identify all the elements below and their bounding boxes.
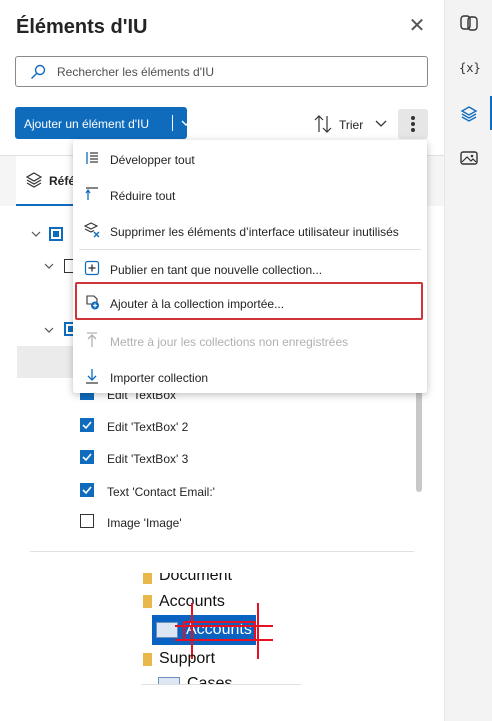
folder-icon	[143, 573, 152, 584]
remove-unused-icon	[84, 222, 100, 238]
element-preview-image: Document Accounts Accounts Support Cases	[141, 573, 301, 685]
crosshair-line	[175, 625, 273, 627]
tab-repository[interactable]: Référentiel	[16, 156, 76, 206]
checkbox[interactable]	[80, 483, 94, 497]
menu-item-label: Réduire tout	[110, 189, 176, 203]
update-icon	[87, 332, 97, 347]
menu-item-label: Publier en tant que nouvelle collection.…	[110, 263, 323, 277]
folder-icon	[143, 595, 152, 608]
menu-item-label: Supprimer les éléments d’interface utili…	[110, 225, 399, 239]
check-icon	[82, 486, 92, 495]
chevron-down-icon	[375, 120, 387, 127]
search-placeholder: Rechercher les éléments d'IU	[57, 65, 215, 79]
search-icon	[31, 64, 46, 79]
layers-icon	[26, 172, 42, 188]
sort-icon	[314, 115, 332, 133]
ui-elements-panel: Éléments d'IU ✕ Rechercher les éléments …	[0, 0, 444, 721]
crosshair-line	[175, 639, 273, 641]
add-ui-element-label: Ajouter un élément d'IU	[24, 117, 150, 131]
table-icon	[158, 677, 180, 684]
panel-title: Éléments d'IU	[16, 16, 148, 38]
menu-item-label: Mettre à jour les collections non enregi…	[110, 335, 349, 349]
tab-label: Référentiel	[49, 174, 76, 188]
tree-checkbox[interactable]	[49, 227, 63, 241]
menu-item-expand-all[interactable]: Développer tout	[73, 141, 427, 175]
more-options-menu: Développer tout Réduire tout Supprimer l…	[73, 140, 427, 393]
images-icon[interactable]	[459, 148, 479, 168]
item-label: Text 'Contact Email:'	[107, 485, 215, 499]
preview-row: Document	[159, 573, 232, 584]
chevron-down-icon[interactable]	[44, 325, 54, 335]
close-icon[interactable]: ✕	[407, 16, 427, 36]
publish-icon	[84, 260, 100, 276]
menu-item-label: Importer collection	[110, 371, 209, 385]
dot	[411, 122, 415, 126]
crosshair-line	[257, 603, 259, 659]
chevron-down-icon[interactable]	[44, 261, 54, 271]
collapse-all-icon	[85, 187, 98, 200]
menu-item-import-collection[interactable]: Importer collection	[73, 359, 427, 393]
dot	[411, 116, 415, 120]
chevron-down-icon[interactable]	[180, 117, 192, 129]
checkbox[interactable]	[80, 450, 94, 464]
ui-elements-icon[interactable]	[459, 104, 479, 124]
checkbox[interactable]	[80, 418, 94, 432]
item-label: Image 'Image'	[107, 516, 182, 530]
menu-item-remove-unused[interactable]: Supprimer les éléments d’interface utili…	[73, 213, 427, 247]
copilot-icon[interactable]	[459, 13, 479, 33]
menu-item-update-unsaved: Mettre à jour les collections non enregi…	[73, 323, 427, 357]
menu-item-label: Développer tout	[110, 153, 195, 167]
expand-all-icon	[86, 152, 98, 164]
folder-icon	[143, 653, 152, 666]
check-icon	[82, 421, 92, 430]
item-label: Edit 'TextBox' 2	[107, 420, 189, 434]
divider	[30, 551, 414, 552]
checkbox[interactable]	[80, 514, 94, 528]
preview-row: Support	[159, 650, 216, 667]
preview-row: Cases	[187, 675, 233, 685]
chevron-down-icon[interactable]	[31, 229, 41, 239]
button-separator	[172, 115, 173, 131]
check-icon	[82, 453, 92, 462]
menu-item-collapse-all[interactable]: Réduire tout	[73, 177, 427, 211]
search-input[interactable]: Rechercher les éléments d'IU	[15, 56, 428, 87]
sort-button[interactable]: Trier	[314, 114, 394, 134]
more-options-button[interactable]	[398, 109, 428, 139]
sort-label: Trier	[339, 118, 364, 132]
add-ui-element-button[interactable]: Ajouter un élément d'IU	[15, 107, 191, 139]
variables-icon[interactable]: {x}	[459, 61, 481, 75]
selection-box	[183, 621, 256, 641]
item-label: Edit 'TextBox' 3	[107, 452, 189, 466]
highlight-box	[75, 282, 423, 320]
menu-separator	[79, 249, 421, 250]
dot	[411, 128, 415, 132]
import-icon	[86, 369, 98, 384]
right-rail: {x}	[444, 0, 492, 721]
menu-item-publish-collection[interactable]: Publier en tant que nouvelle collection.…	[73, 251, 427, 285]
